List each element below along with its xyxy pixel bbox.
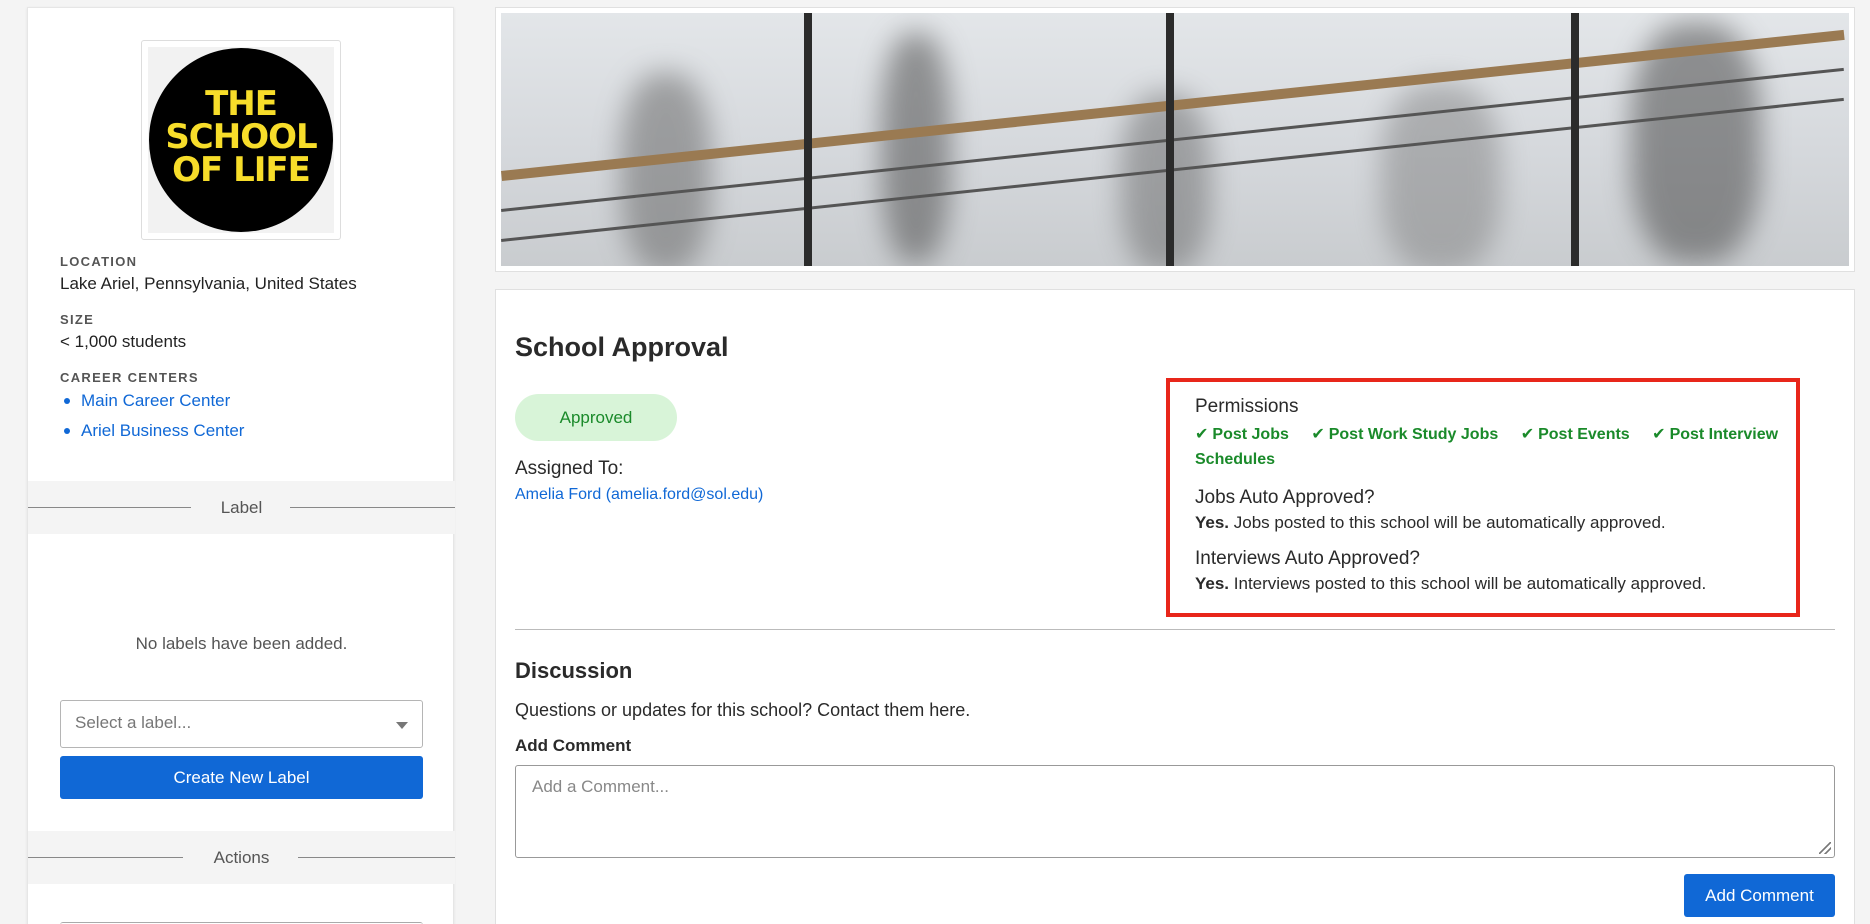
interviews-auto-approved-question: Interviews Auto Approved? [1195,548,1420,569]
divider [298,857,455,858]
add-comment-label: Add Comment [515,736,632,755]
resize-handle-icon[interactable] [1819,842,1831,854]
label-section-header: Label [28,481,455,534]
discussion-title: Discussion [515,658,633,683]
jobs-auto-approved-answer: Yes. Jobs posted to this school will be … [1195,513,1666,532]
assigned-to-label: Assigned To: [515,458,624,479]
permission-item: ✔ Post Jobs [1195,426,1289,443]
career-center-item: Ariel Business Center [60,420,244,450]
jobs-auto-approved-question: Jobs Auto Approved? [1195,487,1375,508]
check-icon: ✔ [1311,426,1325,443]
location-value: Lake Ariel, Pennsylvania, United States [60,274,357,293]
divider [290,507,455,508]
school-cover-image [495,7,1855,272]
label-section-title: Label [220,498,263,517]
actions-section-title: Actions [213,848,270,867]
divider [515,629,1835,630]
cover-photo [501,13,1849,266]
add-comment-button[interactable]: Add Comment [1684,874,1835,917]
page-title: School Approval [515,332,729,362]
school-sidebar: THE SCHOOL OF LIFE LOCATION Lake Ariel, … [27,7,455,924]
label-select-placeholder: Select a label... [75,713,192,732]
permissions-list: ✔ Post Jobs ✔ Post Work Study Jobs ✔ Post E… [1195,422,1800,472]
career-centers-list: Main Career Center Ariel Business Center [60,390,244,450]
actions-section-header: Actions [28,831,455,884]
no-labels-message: No labels have been added. [135,634,348,653]
school-logo: THE SCHOOL OF LIFE [141,40,341,240]
school-approval-card: School Approval Approved Assigned To: Am… [495,289,1855,924]
label-select[interactable]: Select a label... [60,700,423,748]
career-center-link-main[interactable]: Main Career Center [81,391,230,410]
permissions-panel: Permissions ✔ Post Jobs ✔ Post Work Study … [1166,378,1800,617]
status-badge: Approved [515,394,677,441]
discussion-subtitle: Questions or updates for this school? Co… [515,700,971,720]
check-icon: ✔ [1520,426,1535,443]
logo-text: THE SCHOOL OF LIFE [165,84,317,190]
permission-item: ✔ Post Events [1520,426,1630,443]
size-label: SIZE [60,312,95,327]
permissions-heading: Permissions [1195,396,1299,417]
check-icon: ✔ [1195,426,1209,443]
logo-circle: THE SCHOOL OF LIFE [149,48,333,232]
check-icon: ✔ [1652,426,1666,443]
assigned-to-link[interactable]: Amelia Ford (amelia.ford@sol.edu) [515,486,763,504]
create-new-label-button[interactable]: Create New Label [60,756,423,799]
career-centers-label: CAREER CENTERS [60,370,199,385]
career-center-item: Main Career Center [60,390,244,420]
permission-item: ✔ Post Work Study Jobs [1311,426,1499,443]
interviews-auto-approved-answer: Yes. Interviews posted to this school wi… [1195,574,1707,593]
size-value: < 1,000 students [60,332,187,351]
chevron-down-icon [396,722,408,729]
comment-textarea[interactable] [515,765,1835,858]
career-center-link-ariel-business[interactable]: Ariel Business Center [81,421,244,440]
location-label: LOCATION [60,254,138,269]
